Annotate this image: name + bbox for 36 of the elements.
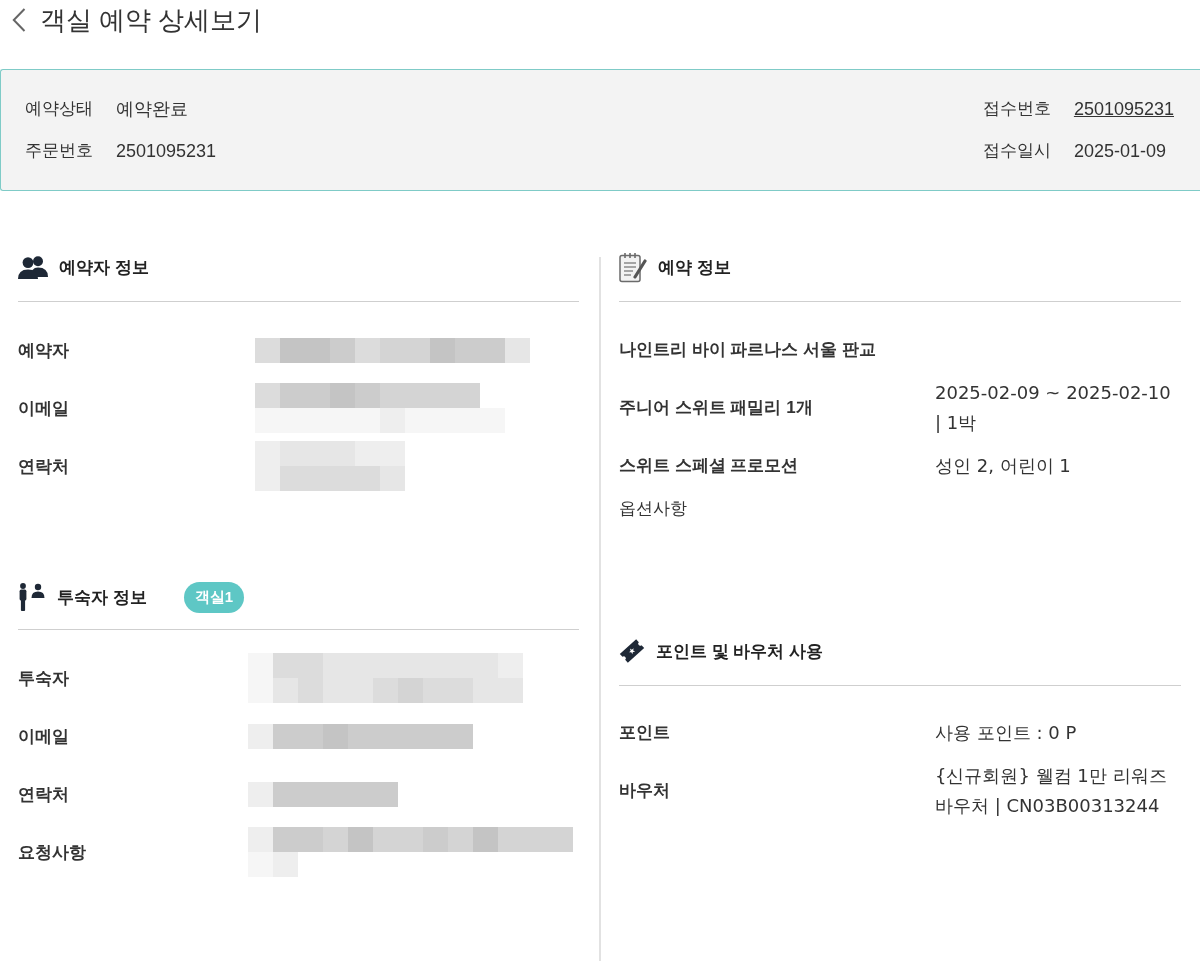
section-title: 예약 정보 — [658, 256, 731, 279]
option-label: 옵션사항 — [619, 498, 687, 520]
summary-value: 예약완료 — [116, 98, 188, 120]
receipt-number-link[interactable]: 2501095231 — [1073, 98, 1174, 120]
field-label: 주니어 스위트 패밀리 1개 — [619, 397, 814, 419]
field-label: 투숙자 — [18, 667, 70, 690]
field-label: 요청사항 — [18, 841, 87, 864]
field-label: 예약자 — [18, 339, 70, 362]
person-figures-icon — [18, 583, 46, 611]
ticket-icon — [619, 638, 645, 664]
page-title: 객실 예약 상세보기 — [40, 4, 263, 37]
field-value: {신규회원} 웰컴 1만 리워즈 바우처 | CN03B00313244 — [935, 764, 1168, 818]
field-label: 스위트 스페셜 프로모션 — [619, 455, 800, 477]
field-value: 2025-02-09 ~ 2025-02-10 | 1박 — [935, 381, 1172, 435]
users-icon — [18, 255, 48, 279]
hotel-name: 나인트리 바이 파르나스 서울 판교 — [619, 339, 876, 361]
summary-value: 2025-01-09 — [1073, 140, 1166, 162]
summary-label: 접수일시 — [982, 140, 1052, 162]
field-label: 연락처 — [18, 783, 70, 806]
chevron-left-icon[interactable] — [12, 8, 26, 32]
field-value: 성인 2, 어린이 1 — [935, 454, 1072, 478]
notepad-pencil-icon — [619, 251, 647, 283]
room-badge: 객실1 — [183, 581, 245, 613]
field-label: 바우처 — [619, 780, 671, 802]
summary-label: 주문번호 — [25, 140, 94, 162]
field-value: 사용 포인트 : 0 P — [935, 721, 1078, 745]
field-label: 이메일 — [18, 397, 70, 420]
section-title: 투숙자 정보 — [57, 586, 147, 609]
section-title: 예약자 정보 — [59, 256, 149, 279]
field-label: 이메일 — [18, 725, 70, 748]
summary-label: 예약상태 — [25, 98, 94, 120]
section-title: 포인트 및 바우처 사용 — [656, 640, 824, 663]
summary-value: 2501095231 — [116, 140, 217, 162]
summary-label: 접수번호 — [982, 98, 1052, 120]
field-label: 연락처 — [18, 455, 70, 478]
field-label: 포인트 — [619, 722, 671, 744]
